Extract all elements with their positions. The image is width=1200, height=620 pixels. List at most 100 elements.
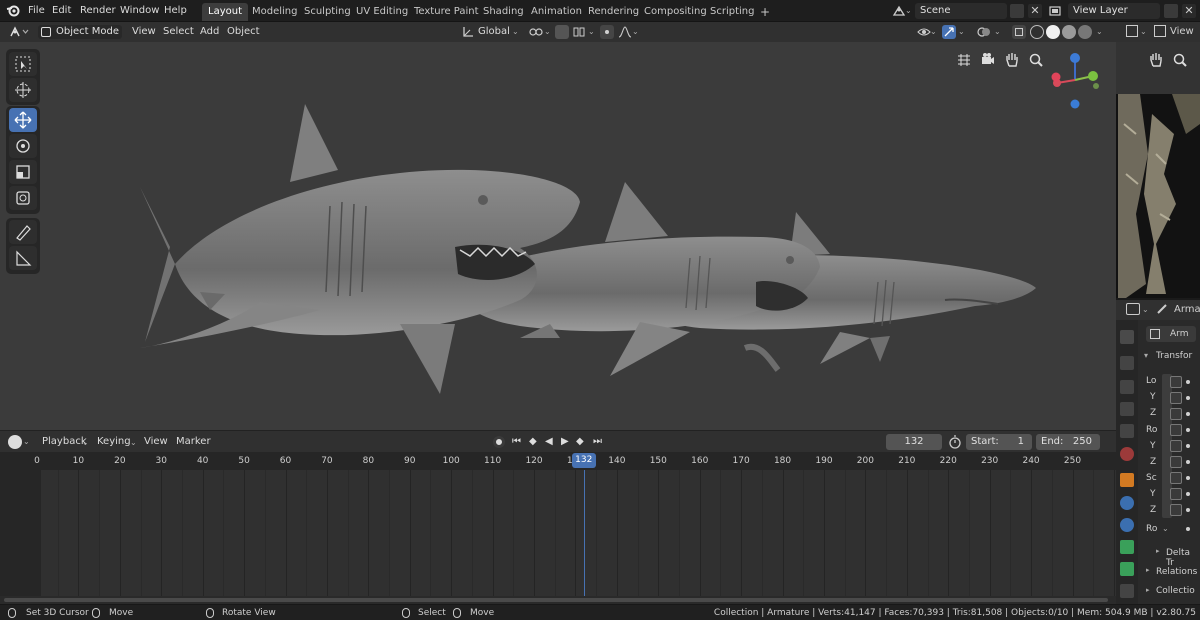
- keyframe-dot-icon[interactable]: [1186, 476, 1190, 480]
- output-tab-icon[interactable]: [1120, 380, 1134, 394]
- chevron-down-icon[interactable]: ⌄: [632, 25, 639, 39]
- scene-field[interactable]: Scene: [915, 3, 1007, 19]
- snap-toggle-icon[interactable]: [555, 25, 569, 39]
- zoom-icon[interactable]: [1172, 52, 1188, 68]
- chevron-down-icon[interactable]: ⌄: [588, 25, 595, 39]
- timeline-area[interactable]: [0, 470, 1116, 596]
- menu-view[interactable]: View: [144, 432, 168, 452]
- close-icon[interactable]: ✕: [1028, 4, 1042, 18]
- delta-transform-panel[interactable]: Delta Tr: [1166, 548, 1200, 568]
- menu-select[interactable]: Select: [163, 22, 194, 42]
- chevron-down-icon[interactable]: ⌄: [958, 25, 965, 39]
- chevron-down-icon[interactable]: ⌄: [512, 25, 519, 39]
- snap-magnet-icon[interactable]: [572, 25, 586, 39]
- select-box-tool[interactable]: [9, 52, 37, 76]
- texture-preview[interactable]: [1116, 94, 1200, 298]
- record-icon[interactable]: [493, 436, 505, 448]
- lock-icon[interactable]: [1170, 440, 1182, 452]
- shark-model[interactable]: [140, 104, 580, 394]
- orientation-icon[interactable]: [461, 25, 475, 39]
- menu-keying[interactable]: Keying: [97, 432, 131, 452]
- scene-icon[interactable]: [892, 4, 906, 18]
- modifiers-tab-icon[interactable]: [1120, 496, 1134, 510]
- shading-rendered-icon[interactable]: [1078, 25, 1092, 39]
- data-tab-icon[interactable]: [1120, 584, 1134, 598]
- relations-panel[interactable]: Relations: [1156, 567, 1197, 577]
- chevron-down-icon[interactable]: ⌄: [1140, 25, 1147, 39]
- transform-tool[interactable]: [9, 186, 37, 210]
- timeline-ruler[interactable]: 0102030405060708090100110120130140150160…: [0, 452, 1116, 470]
- object-name[interactable]: Arma: [1174, 300, 1200, 320]
- tool-tab-icon[interactable]: [1120, 330, 1134, 344]
- playhead-frame-indicator[interactable]: 132: [571, 453, 596, 468]
- keyframe-dot-icon[interactable]: [1186, 428, 1190, 432]
- image-editor-icon[interactable]: [1126, 25, 1138, 37]
- timeline-scrollbar[interactable]: [0, 596, 1116, 604]
- camera-icon[interactable]: [980, 52, 996, 68]
- view-layer-icon[interactable]: [1048, 4, 1062, 18]
- chevron-down-icon[interactable]: ⌄: [994, 25, 1001, 39]
- overlays-icon[interactable]: [976, 25, 992, 39]
- keyframe-dot-icon[interactable]: [1186, 492, 1190, 496]
- object-tab-icon[interactable]: [1120, 473, 1134, 487]
- menu-playback[interactable]: Playback: [42, 432, 87, 452]
- menu-view[interactable]: View: [132, 22, 156, 42]
- keyframe-dot-icon[interactable]: [1186, 396, 1190, 400]
- pan-hand-icon[interactable]: [1004, 52, 1020, 68]
- move-tool[interactable]: [9, 108, 37, 132]
- shading-wireframe-icon[interactable]: [1030, 25, 1044, 39]
- keyframe-dot-icon[interactable]: [1186, 527, 1190, 531]
- tab-compositing[interactable]: Compositing: [638, 3, 713, 21]
- tab-uv-editing[interactable]: UV Editing: [350, 3, 414, 21]
- end-frame-field[interactable]: End: 250: [1036, 434, 1100, 450]
- pan-hand-icon[interactable]: [1148, 52, 1164, 68]
- prev-keyframe-icon[interactable]: ◆: [529, 434, 537, 450]
- chevron-down-icon[interactable]: ⌄: [1096, 25, 1103, 39]
- gizmo-toggle-icon[interactable]: [942, 25, 956, 39]
- cursor-tool[interactable]: [9, 78, 37, 102]
- falloff-icon[interactable]: [618, 25, 632, 39]
- play-reverse-icon[interactable]: ◀: [545, 434, 553, 450]
- render-tab-icon[interactable]: [1120, 356, 1134, 370]
- tab-texture-paint[interactable]: Texture Paint: [408, 3, 485, 21]
- lock-icon[interactable]: [1170, 408, 1182, 420]
- collections-panel[interactable]: Collectio: [1156, 586, 1195, 596]
- tab-sculpting[interactable]: Sculpting: [298, 3, 357, 21]
- next-keyframe-icon[interactable]: ◆: [576, 434, 584, 450]
- start-frame-field[interactable]: Start: 1: [966, 434, 1032, 450]
- view-layer-tab-icon[interactable]: [1120, 402, 1134, 416]
- menu-render[interactable]: Render: [80, 0, 116, 22]
- lock-icon[interactable]: [1170, 504, 1182, 516]
- chevron-down-icon[interactable]: ⌄: [544, 25, 551, 39]
- zoom-icon[interactable]: [1028, 52, 1044, 68]
- shading-solid-icon[interactable]: [1046, 25, 1060, 39]
- menu-marker[interactable]: Marker: [176, 432, 211, 452]
- lock-icon[interactable]: [1170, 456, 1182, 468]
- timeline-editor-icon[interactable]: [8, 435, 22, 449]
- menu-add[interactable]: Add: [200, 22, 219, 42]
- add-workspace-button[interactable]: +: [754, 3, 776, 21]
- grid-view-icon[interactable]: [956, 52, 972, 68]
- scene-tab-icon[interactable]: [1120, 424, 1134, 438]
- expand-icon[interactable]: ▸: [1146, 586, 1150, 594]
- menu-file[interactable]: File: [28, 0, 45, 22]
- tab-shading[interactable]: Shading: [477, 3, 530, 21]
- expand-icon[interactable]: ▸: [1146, 566, 1150, 574]
- lock-icon[interactable]: [1170, 392, 1182, 404]
- blender-logo-icon[interactable]: [6, 0, 20, 22]
- 3d-viewport[interactable]: [0, 42, 1116, 430]
- chevron-down-icon[interactable]: ⌄: [1142, 303, 1149, 317]
- current-frame-field[interactable]: 132: [886, 434, 942, 450]
- tab-rendering[interactable]: Rendering: [582, 3, 645, 21]
- object-name-field[interactable]: Arm: [1146, 326, 1196, 342]
- new-scene-icon[interactable]: [1010, 4, 1024, 18]
- tab-modeling[interactable]: Modeling: [246, 3, 304, 21]
- new-view-layer-icon[interactable]: [1164, 4, 1178, 18]
- keyframe-dot-icon[interactable]: [1186, 444, 1190, 448]
- menu-help[interactable]: Help: [164, 0, 187, 22]
- menu-edit[interactable]: Edit: [52, 0, 71, 22]
- mode-dropdown[interactable]: Object Mode ⌄: [38, 25, 122, 39]
- shading-material-icon[interactable]: [1062, 25, 1076, 39]
- expand-icon[interactable]: ▾: [1144, 351, 1148, 360]
- tab-scripting[interactable]: Scripting: [704, 3, 760, 21]
